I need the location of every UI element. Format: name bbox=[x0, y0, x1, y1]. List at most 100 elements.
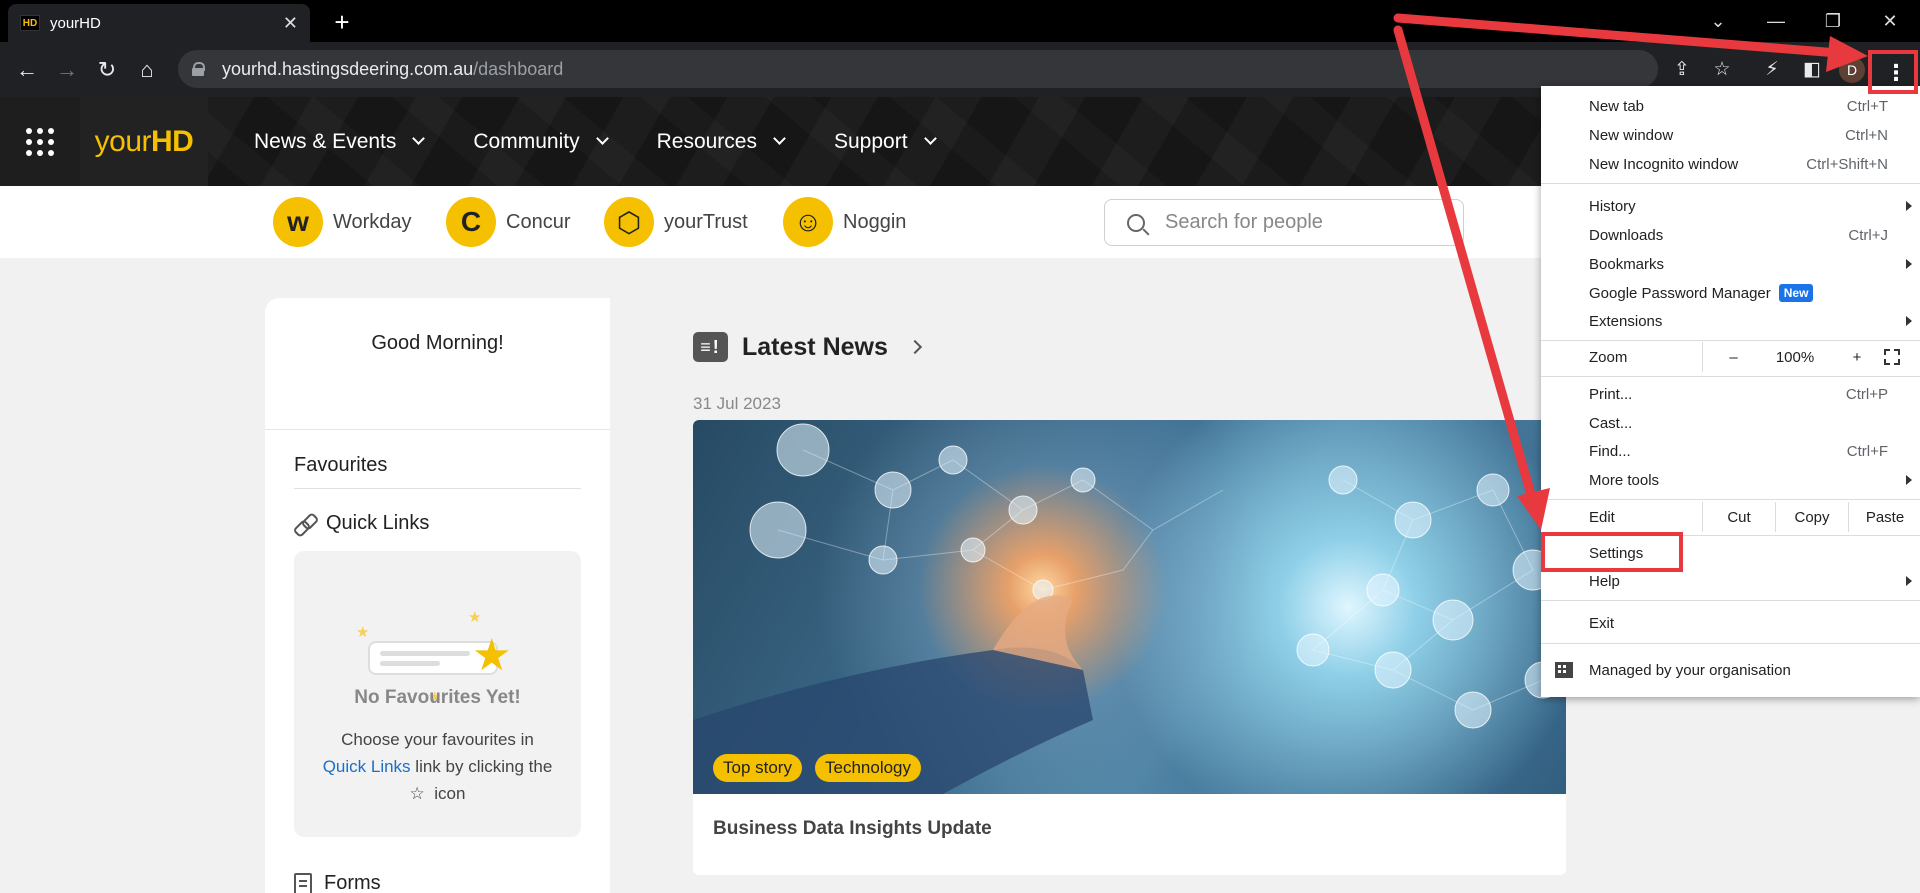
yourtrust-icon: ⬡ bbox=[604, 197, 654, 247]
app-label: yourTrust bbox=[664, 210, 748, 233]
restore-icon[interactable]: ❐ bbox=[1813, 6, 1853, 36]
app-yourtrust[interactable]: ⬡ yourTrust bbox=[604, 197, 748, 247]
chevron-down-icon bbox=[595, 132, 609, 145]
menu-new-window[interactable]: New window Ctrl+N bbox=[1541, 121, 1920, 149]
desc-text: Choose your favourites in bbox=[341, 730, 534, 749]
zoom-out-button[interactable]: – bbox=[1702, 342, 1764, 372]
news-image bbox=[693, 420, 1566, 794]
zoom-in-button[interactable]: + bbox=[1826, 342, 1888, 372]
submenu-arrow-icon bbox=[1906, 576, 1912, 586]
menu-bookmarks[interactable]: Bookmarks bbox=[1541, 250, 1920, 278]
site-logo[interactable]: your HD bbox=[80, 97, 208, 186]
menu-managed[interactable]: Managed by your organisation bbox=[1541, 656, 1920, 684]
menu-extensions[interactable]: Extensions bbox=[1541, 307, 1920, 335]
home-icon[interactable]: ⌂ bbox=[131, 54, 163, 86]
news-headline[interactable]: Business Data Insights Update bbox=[713, 818, 992, 840]
menu-label: More tools bbox=[1589, 471, 1660, 489]
back-icon[interactable]: ← bbox=[11, 54, 43, 86]
menu-separator bbox=[1541, 600, 1920, 601]
cut-button[interactable]: Cut bbox=[1702, 502, 1775, 532]
tab-favicon-icon: HD bbox=[20, 15, 40, 31]
divider bbox=[265, 429, 610, 430]
share-icon[interactable]: ⇪ bbox=[1667, 54, 1697, 84]
shortcut: Ctrl+P bbox=[1845, 385, 1888, 403]
app-workday[interactable]: w Workday bbox=[273, 197, 412, 247]
menu-new-tab[interactable]: New tab Ctrl+T bbox=[1541, 92, 1920, 120]
browser-tab[interactable]: HD yourHD ✕ bbox=[8, 4, 310, 42]
address-bar[interactable]: yourhd.hastingsdeering.com.au/dashboard bbox=[178, 50, 1658, 88]
bookmark-star-icon[interactable]: ☆ bbox=[1707, 54, 1737, 84]
paste-button[interactable]: Paste bbox=[1848, 502, 1920, 532]
search-icon bbox=[1127, 213, 1145, 232]
desc-text: link by clicking the bbox=[415, 757, 553, 776]
menu-label: Help bbox=[1589, 572, 1620, 590]
submenu-arrow-icon bbox=[1906, 316, 1912, 326]
desc-text: icon bbox=[434, 784, 466, 803]
network-illustration bbox=[693, 423, 1562, 794]
app-concur[interactable]: C Concur bbox=[446, 197, 570, 247]
forward-icon[interactable]: → bbox=[51, 54, 83, 86]
tab-title: yourHD bbox=[50, 14, 101, 32]
forms-heading[interactable]: Forms bbox=[294, 872, 381, 893]
reload-icon[interactable]: ↻ bbox=[91, 54, 123, 86]
menu-password-manager[interactable]: Google Password Manager New bbox=[1541, 279, 1920, 307]
menu-print[interactable]: Print... Ctrl+P bbox=[1541, 380, 1920, 408]
logo-suffix: HD bbox=[151, 124, 194, 158]
fullscreen-icon[interactable] bbox=[1884, 349, 1900, 365]
news-card[interactable]: Top story Technology Business Data Insig… bbox=[693, 420, 1566, 875]
menu-more-tools[interactable]: More tools bbox=[1541, 466, 1920, 494]
chevron-down-icon bbox=[923, 132, 937, 145]
greeting: Good Morning! bbox=[371, 332, 504, 354]
concur-icon: C bbox=[446, 197, 496, 247]
people-search-input[interactable]: Search for people bbox=[1104, 199, 1464, 246]
menu-label: Zoom bbox=[1589, 348, 1628, 366]
tab-close-icon[interactable]: ✕ bbox=[283, 13, 298, 34]
menu-incognito[interactable]: New Incognito window Ctrl+Shift+N bbox=[1541, 150, 1920, 178]
submenu-arrow-icon bbox=[1906, 475, 1912, 485]
zoom-value: 100% bbox=[1775, 348, 1815, 366]
menu-label: Google Password Manager bbox=[1589, 284, 1771, 302]
new-tab-icon[interactable]: + bbox=[326, 6, 358, 38]
menu-history[interactable]: History bbox=[1541, 192, 1920, 220]
side-panel-icon[interactable]: ◧ bbox=[1797, 54, 1827, 84]
chrome-menu: New tab Ctrl+T New window Ctrl+N New Incog… bbox=[1541, 86, 1920, 697]
divider bbox=[294, 488, 581, 489]
submenu-arrow-icon bbox=[1906, 259, 1912, 269]
nav-community[interactable]: Community bbox=[473, 130, 609, 154]
main-nav: News & Events Community Resources Suppor… bbox=[254, 97, 985, 186]
quick-links-link[interactable]: Quick Links bbox=[323, 757, 411, 776]
quick-links-heading[interactable]: Quick Links bbox=[294, 512, 429, 535]
minimize-icon[interactable]: — bbox=[1756, 6, 1796, 36]
app-label: Concur bbox=[506, 210, 571, 233]
menu-separator bbox=[1541, 340, 1920, 341]
menu-label: New window bbox=[1589, 126, 1674, 144]
shortcut: Ctrl+J bbox=[1848, 226, 1888, 244]
extension-icon[interactable]: ⚡ bbox=[1757, 54, 1787, 84]
window-close-icon[interactable]: ✕ bbox=[1870, 6, 1910, 36]
annotation-box-menu bbox=[1868, 50, 1918, 94]
logo-prefix: your bbox=[94, 124, 152, 158]
tag-technology[interactable]: Technology bbox=[815, 754, 922, 782]
tab-search-icon[interactable]: ⌄ bbox=[1698, 6, 1738, 36]
shortcut: Ctrl+F bbox=[1846, 442, 1888, 460]
profile-avatar[interactable]: D bbox=[1839, 57, 1865, 83]
app-noggin[interactable]: ☺ Noggin bbox=[783, 197, 906, 247]
nav-resources[interactable]: Resources bbox=[657, 130, 786, 154]
copy-button[interactable]: Copy bbox=[1775, 502, 1848, 532]
menu-exit[interactable]: Exit bbox=[1541, 609, 1920, 637]
latest-news-heading[interactable]: ≡! Latest News bbox=[693, 332, 922, 362]
menu-label: Find... bbox=[1589, 442, 1631, 460]
app-grid-icon[interactable] bbox=[0, 97, 80, 186]
lock-icon[interactable] bbox=[192, 62, 205, 76]
nav-support[interactable]: Support bbox=[834, 130, 937, 154]
tab-strip: HD yourHD ✕ + ⌄ — ❐ ✕ bbox=[0, 0, 1920, 42]
menu-find[interactable]: Find... Ctrl+F bbox=[1541, 437, 1920, 465]
menu-cast[interactable]: Cast... bbox=[1541, 409, 1920, 437]
link-icon bbox=[294, 513, 316, 535]
menu-label: Cast... bbox=[1589, 414, 1633, 432]
menu-downloads[interactable]: Downloads Ctrl+J bbox=[1541, 221, 1920, 249]
tag-top-story[interactable]: Top story bbox=[713, 754, 802, 782]
nav-news-events[interactable]: News & Events bbox=[254, 130, 426, 154]
quick-links-label: Quick Links bbox=[326, 512, 430, 534]
app-label: Noggin bbox=[843, 210, 907, 233]
